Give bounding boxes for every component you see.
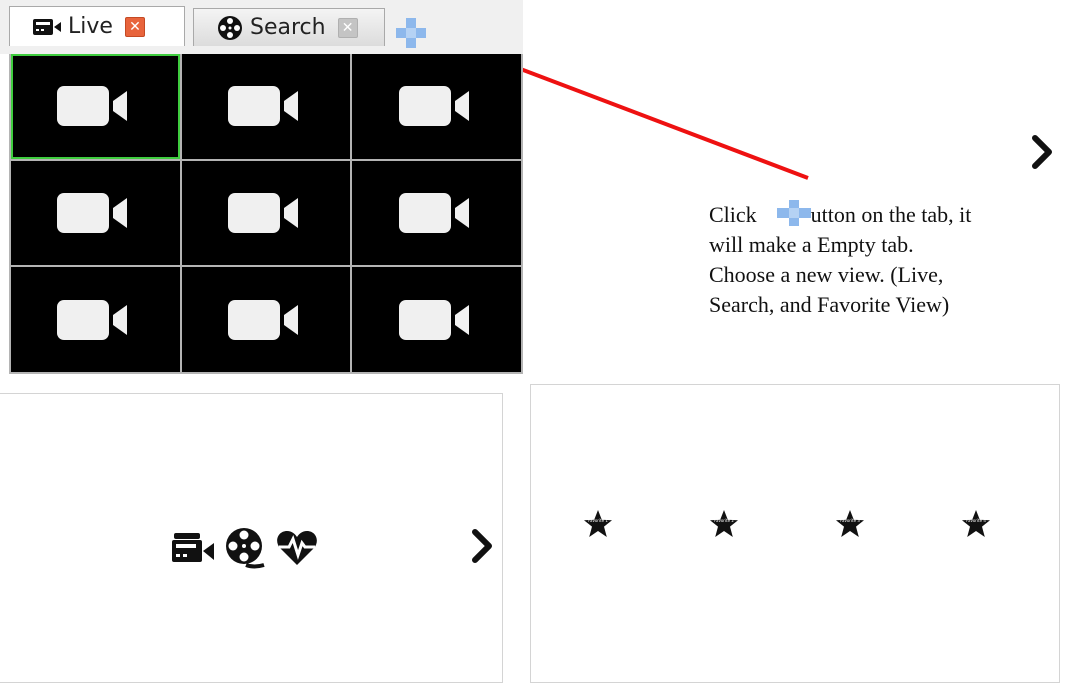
camera-cell[interactable]: [11, 267, 180, 372]
close-icon[interactable]: ✕: [124, 16, 145, 37]
view-chooser-panel: [0, 393, 503, 683]
video-camera-icon: [57, 299, 128, 340]
camera-grid: [9, 54, 523, 374]
annotation-line-1: Click utton on the tab, it: [709, 200, 1059, 230]
annotation-line-3: Choose a new view. (Live,: [709, 262, 944, 287]
annotation-line-4: Search, and Favorite View): [709, 292, 950, 317]
add-tab-plus-icon[interactable]: [394, 16, 428, 50]
camera-cell[interactable]: [181, 160, 351, 266]
star-icon: [584, 510, 612, 537]
favorite-item[interactable]: Favorite 4: [961, 509, 991, 539]
film-reel-icon[interactable]: [224, 526, 268, 570]
tab-bar: Live ✕ Search ✕: [0, 0, 523, 54]
heart-pulse-icon[interactable]: [276, 529, 318, 567]
video-camera-icon: [227, 86, 298, 127]
camera-cell[interactable]: [352, 160, 521, 266]
star-icon: [962, 510, 990, 537]
tab-search[interactable]: Search ✕: [193, 8, 385, 46]
video-camera-icon: [227, 299, 298, 340]
video-camera-icon: [398, 86, 469, 127]
favorite-item[interactable]: Favorite 2: [709, 509, 739, 539]
chevron-right-icon[interactable]: [1031, 134, 1053, 170]
annotation-line-2: will make a Empty tab.: [709, 232, 914, 257]
video-camera-icon: [57, 86, 128, 127]
star-icon: [836, 510, 864, 537]
camera-cell[interactable]: [181, 54, 351, 159]
star-icon: [710, 510, 738, 537]
favorite-view-panel: Favorite 1 Favorite 2 Favorite 3 Favorite 4: [530, 384, 1060, 683]
view-options: [170, 526, 318, 570]
camera-cell[interactable]: [11, 160, 180, 266]
camera-cell[interactable]: [11, 54, 180, 159]
tab-live[interactable]: Live ✕: [9, 6, 185, 46]
favorite-label: Favorite 3: [840, 518, 860, 523]
favorite-label: Favorite 2: [714, 518, 734, 523]
video-camera-icon: [227, 192, 298, 233]
camera-cell[interactable]: [181, 267, 351, 372]
favorite-item[interactable]: Favorite 1: [583, 509, 613, 539]
video-camera-icon: [398, 192, 469, 233]
chevron-right-icon[interactable]: [471, 528, 493, 564]
tab-live-label: Live: [68, 14, 113, 39]
camcorder-icon[interactable]: [170, 531, 216, 565]
camera-cell[interactable]: [352, 54, 521, 159]
video-camera-icon: [398, 299, 469, 340]
close-icon[interactable]: ✕: [337, 17, 358, 38]
favorite-label: Favorite 4: [966, 518, 986, 523]
plus-icon: [776, 200, 811, 226]
camera-cell[interactable]: [352, 267, 521, 372]
annotation-line-1-start: Click: [709, 202, 757, 227]
favorite-item[interactable]: Favorite 3: [835, 509, 865, 539]
favorite-label: Favorite 1: [588, 518, 608, 523]
film-reel-icon: [218, 15, 242, 40]
video-camera-icon: [57, 192, 128, 233]
annotation-text: Click utton on the tab, it will make a E…: [709, 200, 1059, 320]
tab-search-label: Search: [250, 15, 326, 40]
annotation-line-1-end: utton on the tab, it: [810, 202, 972, 227]
camcorder-icon: [33, 18, 61, 35]
